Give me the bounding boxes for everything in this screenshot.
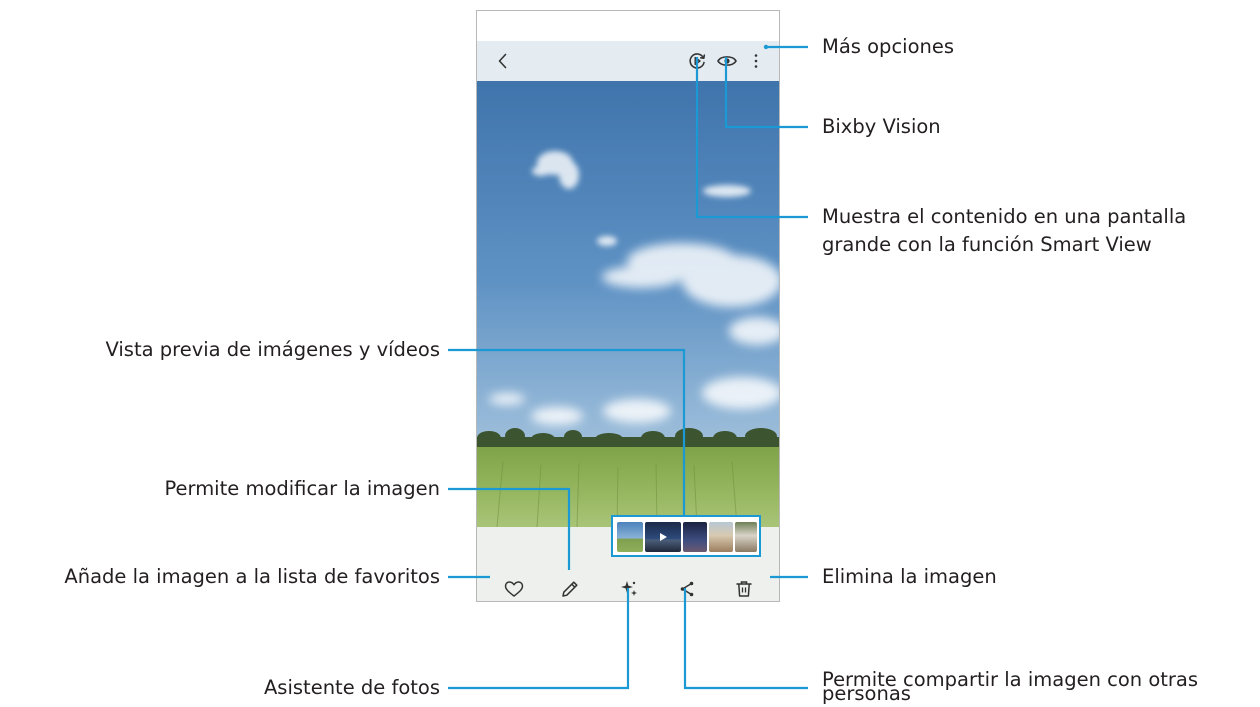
label-delete: Elimina la imagen — [822, 565, 997, 588]
label-smart-view-2: grande con la función Smart View — [822, 233, 1152, 256]
label-mas-opciones: Más opciones — [822, 35, 955, 58]
label-smart-view-1: Muestra el contenido en una pantalla — [822, 205, 1187, 228]
label-preview: Vista previa de imágenes y vídeos — [105, 338, 440, 361]
label-favorites: Añade la imagen a la lista de favoritos — [64, 565, 440, 588]
label-bixby-vision: Bixby Vision — [822, 115, 941, 138]
label-share-2: personas — [822, 682, 911, 705]
label-edit: Permite modificar la imagen — [164, 477, 440, 500]
label-assistant: Asistente de fotos — [263, 676, 440, 699]
